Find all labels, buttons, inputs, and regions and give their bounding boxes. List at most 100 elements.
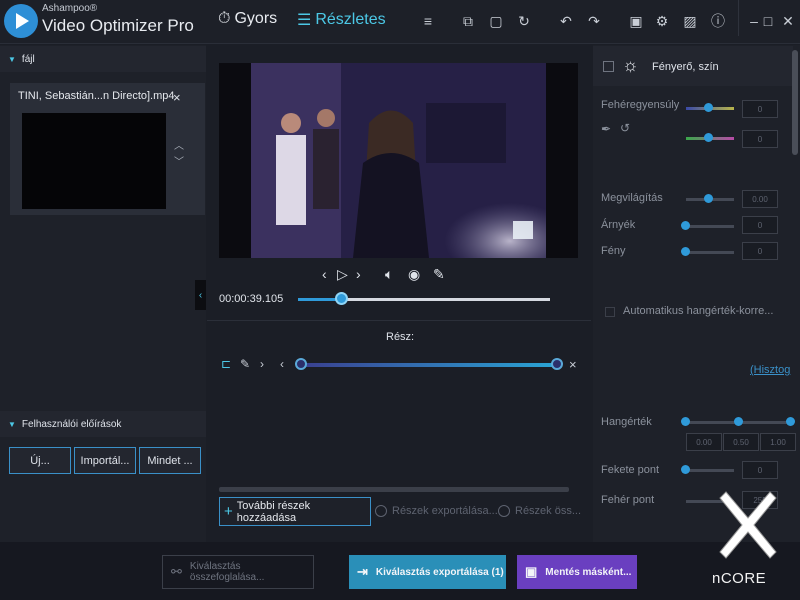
plus-icon: + <box>224 503 233 520</box>
summary-button[interactable]: ⚯ Kiválasztás összefoglalása... <box>162 555 314 589</box>
save-icon: ▣ <box>525 564 538 579</box>
tone-mid-handle[interactable] <box>734 417 743 426</box>
exposure-label: Megvilágítás <box>601 192 663 204</box>
radio-icon <box>375 505 387 517</box>
reset-icon[interactable]: ↺ <box>620 121 630 135</box>
chevron-right-icon[interactable]: › <box>260 357 264 371</box>
reset-icon[interactable]: ↻ <box>512 9 536 33</box>
export-button-label: Kiválasztás exportálása (1) <box>375 566 504 578</box>
white-balance-value-1[interactable]: 0 <box>742 100 778 118</box>
presets-section-header[interactable]: ▼ Felhasználói előírások <box>0 411 206 437</box>
add-segments-button[interactable]: + További részek hozzáadása <box>219 497 371 526</box>
join-segments-label: Részek öss... <box>515 505 582 517</box>
eyedropper-icon[interactable]: ✒ <box>601 122 611 136</box>
black-point-slider[interactable] <box>686 469 734 472</box>
export-button[interactable]: ⇥ Kiválasztás exportálása (1) <box>349 555 506 589</box>
join-segments-option[interactable]: Részek öss... <box>498 505 581 517</box>
segment-start-handle[interactable] <box>295 358 307 370</box>
collapse-panel-handle[interactable]: ‹ <box>195 280 206 310</box>
play-icon[interactable]: ▷ <box>337 266 348 283</box>
segments-label: Rész: <box>386 331 415 343</box>
radio-icon <box>498 505 510 517</box>
timeline-handle[interactable] <box>334 292 348 305</box>
eye-icon[interactable]: ◉ <box>408 266 420 283</box>
volume-icon[interactable]: 🔈︎ <box>385 266 393 283</box>
files-header-label: fájl <box>21 53 35 65</box>
add-segments-label: További részek hozzáadása <box>236 499 311 524</box>
segment-track[interactable] <box>300 363 557 367</box>
section-checkbox[interactable] <box>603 61 614 72</box>
previous-frame-icon[interactable]: ‹ <box>322 266 327 282</box>
current-time: 00:00:39.105 <box>219 293 284 305</box>
vertical-scrollbar[interactable] <box>792 50 798 155</box>
pencil-icon[interactable]: ✎ <box>240 357 250 371</box>
white-balance-handle-1[interactable] <box>704 103 713 112</box>
export-segments-label: Részek exportálása... <box>392 505 498 517</box>
redo-icon[interactable]: ↷ <box>582 9 606 33</box>
next-frame-icon[interactable]: › <box>356 266 361 282</box>
stopwatch-icon: ⏱ <box>218 10 231 27</box>
white-balance-label: Fehéregyensúly <box>601 99 680 111</box>
divider <box>738 0 739 36</box>
mode-detailed[interactable]: ☰ Részletes <box>297 10 386 30</box>
tone-value-high[interactable]: 1.00 <box>760 433 796 451</box>
black-point-handle[interactable] <box>681 465 690 474</box>
gear-icon[interactable]: ⚙ <box>650 9 674 33</box>
image-icon[interactable]: ▨ <box>678 9 702 33</box>
sliders-icon: ☰ <box>297 12 312 29</box>
brand-vendor: Ashampoo® <box>42 3 98 14</box>
auto-tone-label: Automatikus hangérték-korre... <box>623 305 774 317</box>
light-handle[interactable] <box>681 247 690 256</box>
segment-start-icon[interactable]: ⊏ <box>221 357 231 371</box>
export-segments-option[interactable]: Részek exportálása... <box>375 505 498 517</box>
export-icon: ⇥ <box>357 564 368 579</box>
wrench-icon[interactable]: ✎ <box>433 266 445 283</box>
undo-icon[interactable]: ↶ <box>554 9 578 33</box>
menu-icon[interactable]: ≡ <box>416 9 440 33</box>
tone-white-handle[interactable] <box>786 417 795 426</box>
tone-value-mid[interactable]: 0.50 <box>723 433 759 451</box>
close-icon[interactable]: ✕ <box>776 9 800 33</box>
copy-icon[interactable]: ⧉ <box>456 9 480 33</box>
white-balance-handle-2[interactable] <box>704 133 713 142</box>
save-as-button[interactable]: ▣ Mentés másként... <box>517 555 637 589</box>
chat-icon[interactable]: ▣ <box>624 9 648 33</box>
section-divider <box>207 320 591 321</box>
import-preset-button[interactable]: Importál... <box>74 447 136 474</box>
save-as-button-label: Mentés másként... <box>545 566 632 578</box>
auto-tone-checkbox[interactable] <box>605 307 615 317</box>
shadows-handle[interactable] <box>681 221 690 230</box>
exposure-value[interactable]: 0.00 <box>742 190 778 208</box>
black-point-value[interactable]: 0 <box>742 461 778 479</box>
shadows-value[interactable]: 0 <box>742 216 778 234</box>
chevron-down-icon[interactable]: ﹀ <box>174 153 184 168</box>
shadows-label: Árnyék <box>601 219 636 231</box>
histogram-link[interactable]: (Hisztog <box>750 364 790 376</box>
shadows-slider[interactable] <box>686 225 734 228</box>
light-value[interactable]: 0 <box>742 242 778 260</box>
new-preset-button[interactable]: Új... <box>9 447 71 474</box>
sun-icon: ☼ <box>622 55 639 75</box>
chevron-left-icon[interactable]: ‹ <box>280 357 284 371</box>
link-icon: ⚯ <box>171 564 182 579</box>
chevron-up-icon[interactable]: ︿ <box>174 137 184 152</box>
white-balance-value-2[interactable]: 0 <box>742 130 778 148</box>
segment-end-handle[interactable] <box>551 358 563 370</box>
horizontal-scrollbar[interactable] <box>219 487 569 492</box>
collapse-arrow-icon: ▼ <box>8 419 16 429</box>
files-section-header[interactable]: ▼ fájl <box>0 46 206 72</box>
info-icon[interactable]: ⓘ <box>706 9 730 33</box>
light-label: Fény <box>601 245 626 257</box>
video-preview[interactable] <box>251 63 546 258</box>
all-presets-button[interactable]: Mindet ... <box>139 447 201 474</box>
mode-quick[interactable]: ⏱ Gyors <box>218 10 277 28</box>
mode-quick-label: Gyors <box>234 10 278 27</box>
paste-icon[interactable]: ▢ <box>484 9 508 33</box>
presets-header-label: Felhasználói előírások <box>21 418 122 430</box>
exposure-handle[interactable] <box>704 194 713 203</box>
remove-segment-icon[interactable]: × <box>569 357 577 372</box>
remove-file-icon[interactable]: × <box>173 90 181 105</box>
tone-value-low[interactable]: 0.00 <box>686 433 722 451</box>
tone-black-handle[interactable] <box>681 417 690 426</box>
light-slider[interactable] <box>686 251 734 254</box>
